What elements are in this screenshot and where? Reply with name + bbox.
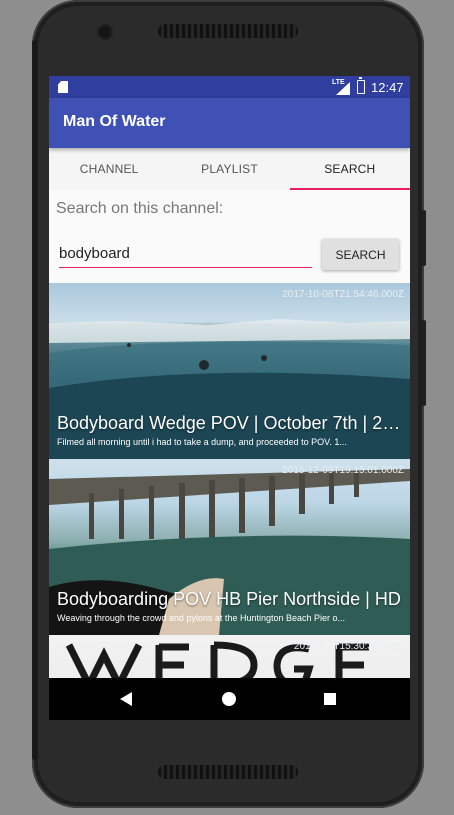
video-publish-time: 2017-10-08T21:54:46.000Z xyxy=(282,289,404,300)
status-bar: LTE 12:47 xyxy=(49,76,410,98)
video-item[interactable]: 2015-12-09T19:15:01.000Z Bodyboarding PO… xyxy=(49,459,410,635)
sd-card-icon xyxy=(58,81,68,93)
phone-edge xyxy=(32,40,38,760)
back-icon[interactable] xyxy=(120,692,132,706)
search-label: Search on this channel: xyxy=(56,200,224,217)
recents-icon[interactable] xyxy=(324,693,336,705)
bottom-speaker xyxy=(158,765,298,779)
battery-icon xyxy=(357,77,365,94)
tab-playlist[interactable]: PLAYLIST xyxy=(169,148,289,190)
earpiece-speaker xyxy=(158,24,298,38)
app-bar: Man Of Water xyxy=(49,98,410,148)
front-camera xyxy=(99,26,111,38)
volume-button xyxy=(422,320,426,406)
video-title: Bodyboarding POV HB Pier Northside | HD xyxy=(57,589,401,609)
video-publish-time: 2015-12-09T19:15:01.000Z xyxy=(282,465,404,476)
navigation-bar xyxy=(49,678,410,720)
network-type: LTE xyxy=(332,79,345,86)
video-title: Bodyboard Wedge POV | October 7th | 2017 xyxy=(57,413,402,433)
search-button[interactable]: SEARCH xyxy=(322,239,399,270)
tab-channel[interactable]: CHANNEL xyxy=(49,148,169,190)
active-tab-indicator xyxy=(290,188,410,190)
video-description: Filmed all morning until i had to take a… xyxy=(57,437,347,447)
tab-search[interactable]: SEARCH xyxy=(290,148,410,190)
video-publish-time: 2016-0...T15:30:35.000Z xyxy=(293,641,404,652)
video-list: 2017-10-08T21:54:46.000Z Bodyboard Wedge… xyxy=(49,283,410,720)
app-title: Man Of Water xyxy=(63,113,166,130)
tab-bar: CHANNEL PLAYLIST SEARCH xyxy=(49,148,410,190)
home-icon[interactable] xyxy=(222,692,236,706)
video-item[interactable]: 2017-10-08T21:54:46.000Z Bodyboard Wedge… xyxy=(49,283,410,459)
power-button xyxy=(422,210,426,266)
search-input[interactable] xyxy=(59,239,312,268)
device-screen: LTE 12:47 Man Of Water CHANNEL PLAYLIST … xyxy=(49,76,410,720)
video-description: Weaving through the crowd and pylons at … xyxy=(57,613,346,623)
status-time: 12:47 xyxy=(371,80,404,95)
